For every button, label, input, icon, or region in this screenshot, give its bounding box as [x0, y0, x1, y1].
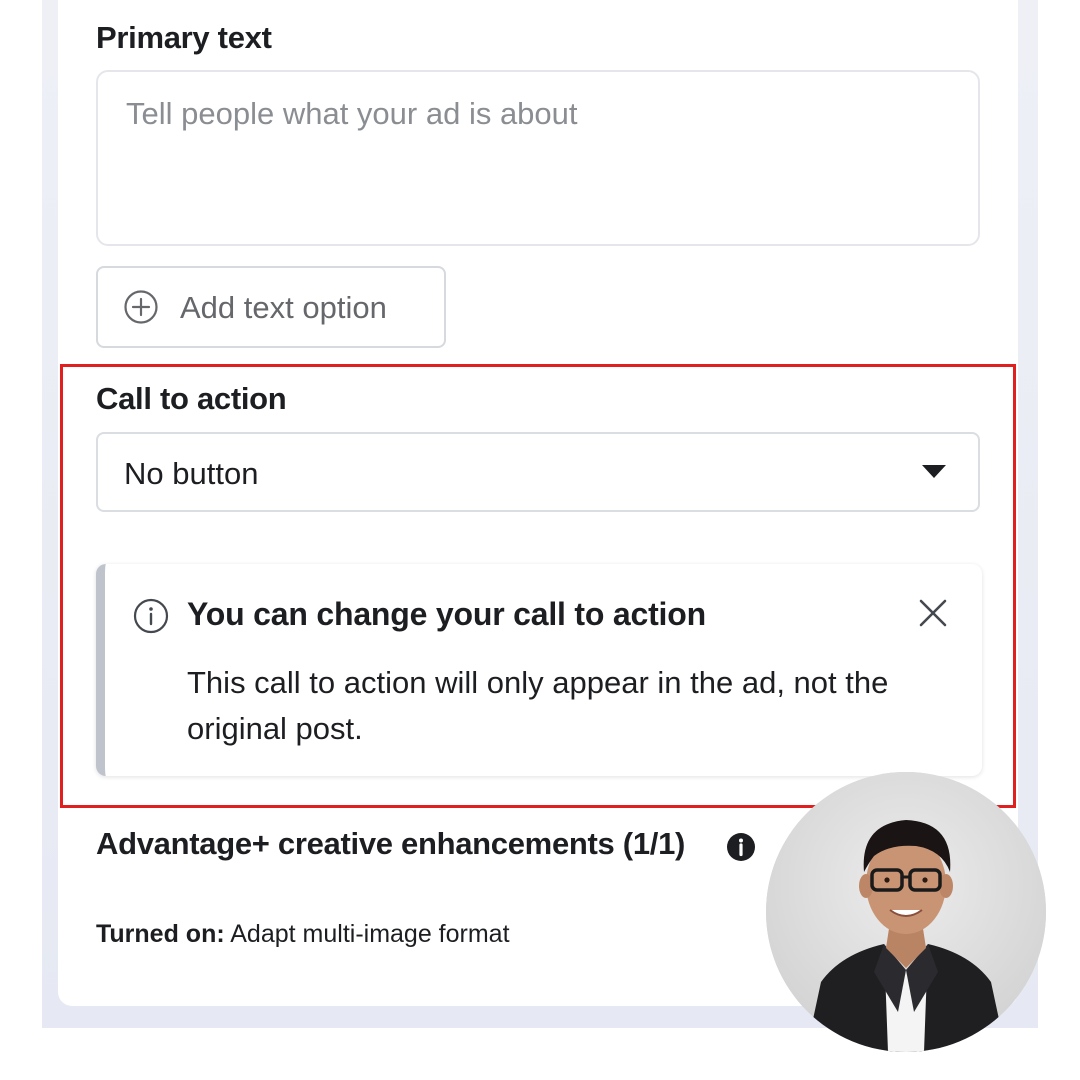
call-to-action-selected: No button	[124, 456, 259, 491]
cta-notice: You can change your call to action This …	[96, 564, 982, 776]
presenter-avatar	[766, 772, 1046, 1052]
advantage-status-key: Turned on:	[96, 920, 225, 948]
notice-body: This call to action will only appear in …	[187, 665, 889, 746]
primary-text-placeholder: Tell people what your ad is about	[126, 96, 578, 131]
call-to-action-dropdown[interactable]: No button	[96, 432, 980, 512]
close-icon[interactable]	[918, 598, 948, 628]
call-to-action-label: Call to action	[96, 381, 287, 416]
notice-title: You can change your call to action	[187, 596, 706, 632]
info-outline-icon	[133, 598, 169, 634]
add-text-option-button[interactable]: Add text option	[96, 266, 446, 348]
caret-down-icon	[922, 465, 946, 478]
plus-circle-icon	[124, 290, 158, 324]
primary-text-field[interactable]: Tell people what your ad is about	[96, 70, 980, 246]
advantage-title: Advantage+ creative enhancements (1/1)	[96, 826, 686, 861]
presenter-photo	[766, 772, 1046, 1052]
advantage-status-value: Adapt multi-image format	[224, 920, 510, 948]
info-filled-icon[interactable]	[726, 832, 756, 862]
add-text-option-label: Add text option	[180, 290, 387, 325]
advantage-status: Turned on: Adapt multi-image format	[96, 920, 510, 949]
primary-text-label: Primary text	[96, 20, 272, 55]
